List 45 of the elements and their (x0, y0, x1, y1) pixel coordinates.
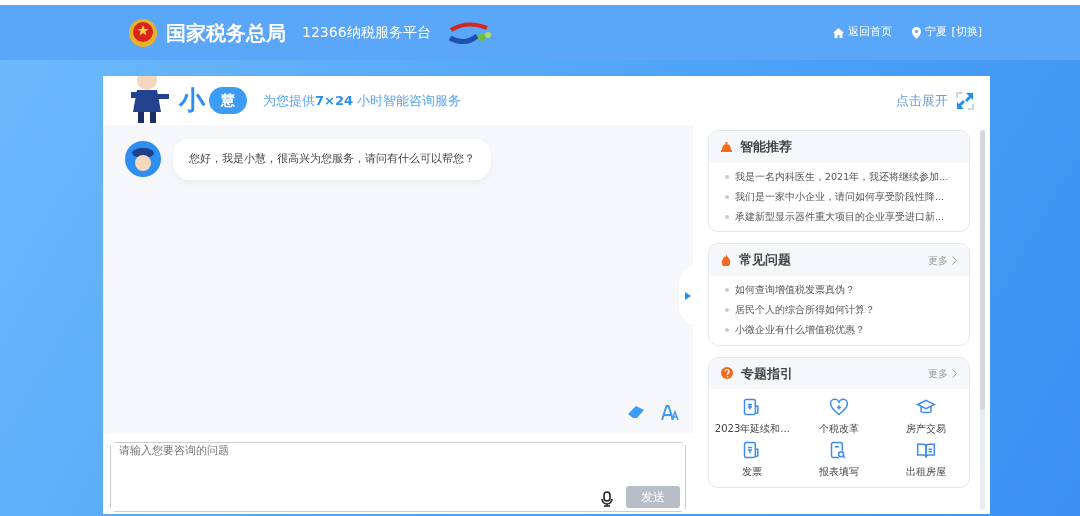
eraser-icon[interactable] (627, 405, 645, 419)
question-link[interactable]: 小微企业有什么增值税优惠？ (735, 323, 865, 338)
topic-link[interactable]: 房产交易 (905, 421, 946, 436)
flame-icon (721, 254, 731, 266)
panel-title: 常见问题 (739, 251, 791, 270)
bullet-dot (725, 328, 729, 333)
topic-link[interactable]: 个税改革 (819, 421, 859, 436)
bullet-dot (725, 215, 729, 220)
topic-link[interactable]: 2023年延续和... (714, 421, 790, 436)
bullet-dot (725, 174, 729, 179)
site-title: 国家税务总局 (166, 19, 286, 47)
topic-link[interactable]: 报表填写 (819, 464, 859, 479)
question-link[interactable]: 如何查询增值税发票真伪？ (735, 282, 855, 297)
question-link[interactable]: 我是一名内科医生，2021年，我还将继续参加... (735, 169, 949, 184)
chevron-right-icon[interactable] (685, 291, 691, 300)
platform-name: 12366纳税服务平台 (302, 23, 431, 42)
topic-link[interactable]: 发票 (742, 464, 763, 479)
home-icon (833, 28, 845, 38)
question-link[interactable]: 居民个人的综合所得如何计算？ (735, 303, 875, 318)
chat-message: 您好，我是小慧，很高兴为您服务，请问有什么可以帮您？ (173, 139, 491, 180)
bullet-dot (725, 308, 729, 313)
location-pin-icon (912, 27, 922, 39)
microphone-icon[interactable] (601, 489, 613, 507)
question-icon (721, 367, 733, 380)
bell-icon (721, 141, 732, 152)
chevron-right-icon[interactable] (952, 255, 957, 265)
bullet-dot (725, 194, 729, 199)
panel-title: 智能推荐 (740, 138, 792, 156)
font-size-icon[interactable] (661, 405, 679, 421)
emblem-icon (128, 17, 158, 48)
topic-link[interactable]: 出租房屋 (905, 464, 946, 479)
chevron-right-icon[interactable] (952, 368, 957, 378)
expand-icon[interactable] (956, 91, 974, 110)
assistant-logo-badge: 慧 (209, 87, 247, 114)
assistant-logo-text: 小 (179, 84, 205, 117)
heart-plus-icon[interactable] (829, 397, 849, 417)
open-book-icon[interactable] (915, 440, 936, 460)
bullet-dot (725, 287, 729, 292)
region-label: 宁夏 (925, 24, 948, 41)
tagline: 为您提供7×24 小时智能咨询服务 (263, 91, 462, 110)
question-link[interactable]: 我们是一家中小企业，请问如何享受阶段性降... (735, 189, 945, 204)
avatar-icon (125, 141, 161, 178)
question-link[interactable]: 承建新型显示器件重大项目的企业享受进口新... (735, 210, 945, 225)
panel-title: 专题指引 (741, 364, 793, 383)
hotline-logo-drawing (446, 19, 491, 46)
